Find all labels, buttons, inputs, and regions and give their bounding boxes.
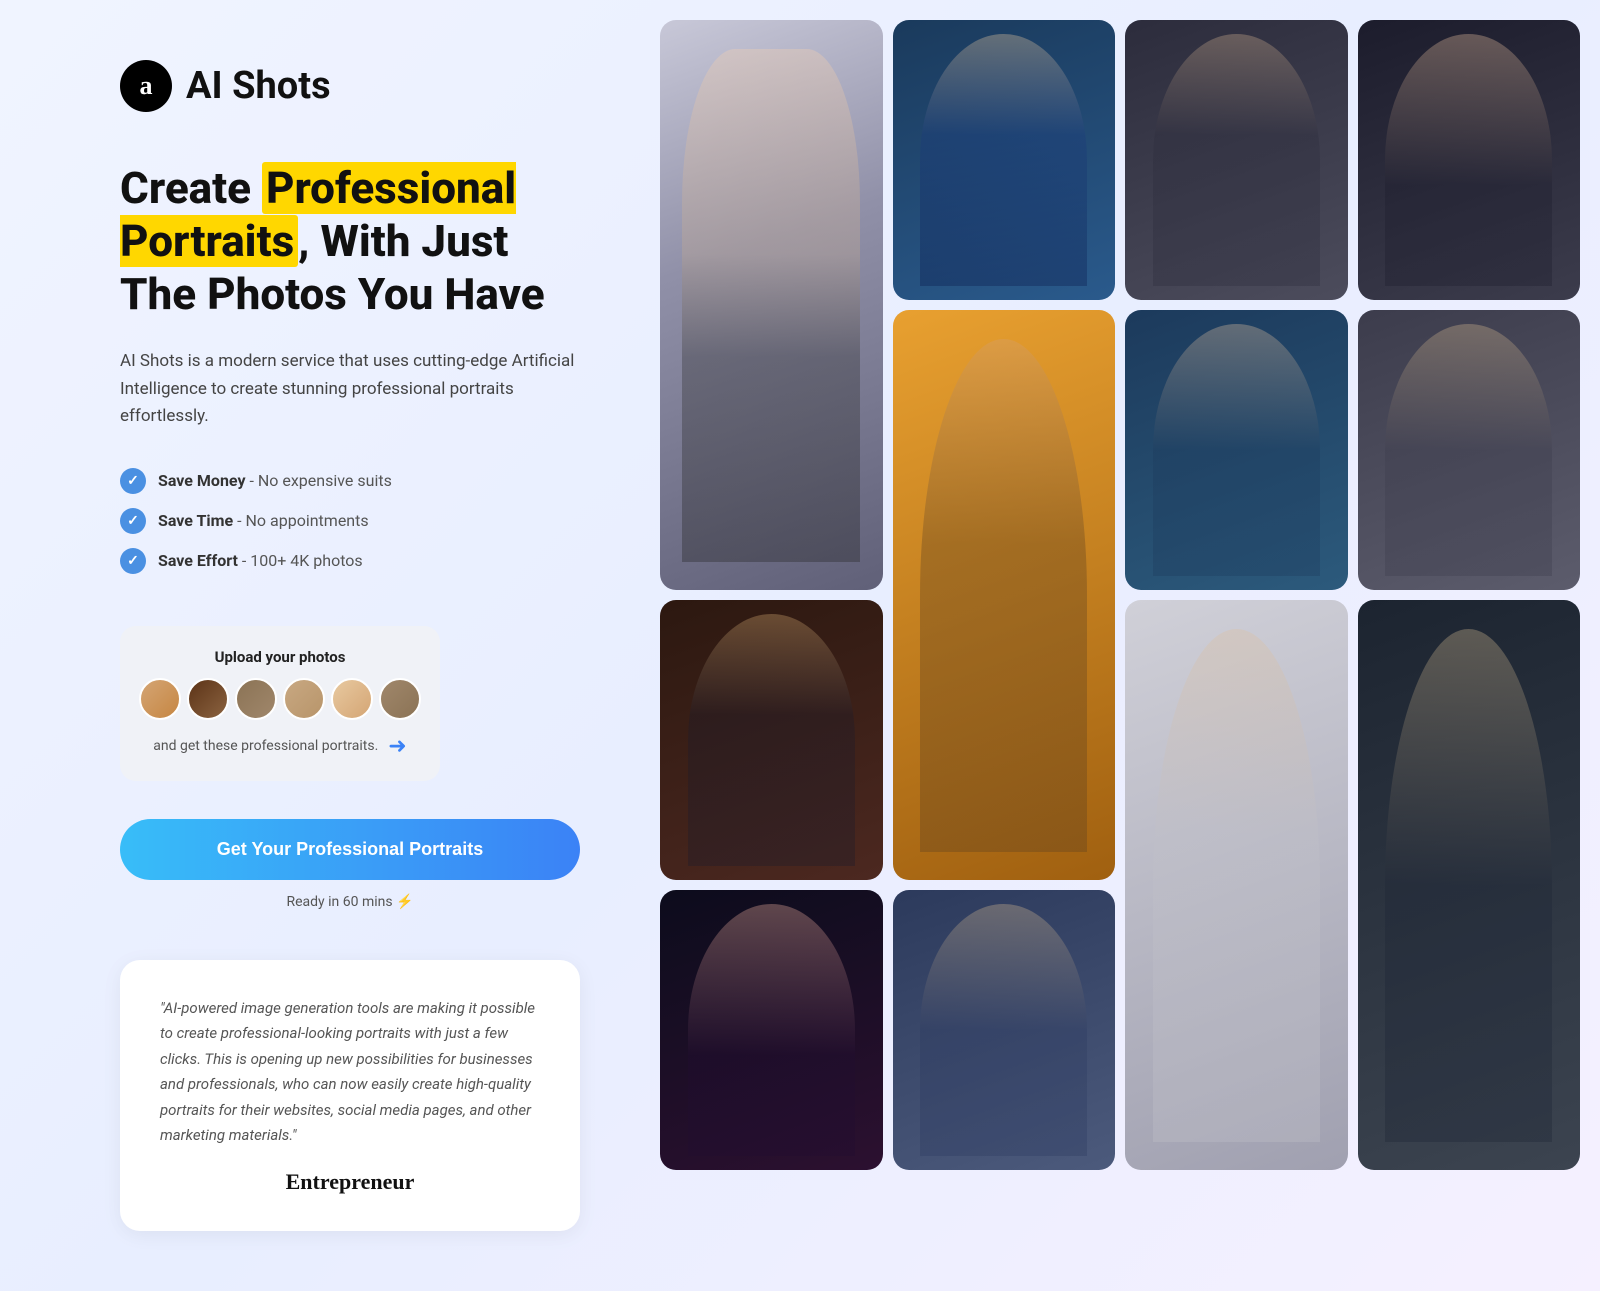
check-icon-3: [120, 548, 146, 574]
photo-card-1: [660, 20, 883, 590]
photo-card-10: [893, 890, 1116, 1170]
cta-button[interactable]: Get Your Professional Portraits: [120, 819, 580, 880]
upload-box: Upload your photos and get these profess…: [120, 626, 440, 781]
photo-card-8: [1125, 310, 1348, 590]
photo-card-4: [1358, 20, 1581, 300]
feature-label-3: Save Effort - 100+ 4K photos: [158, 551, 363, 570]
avatar-1: [139, 678, 181, 720]
arrow-row: and get these professional portraits. ➜: [148, 734, 412, 759]
logo-icon: a: [120, 60, 172, 112]
left-panel: a AI Shots Create Professional Portraits…: [0, 0, 650, 1291]
avatar-2: [187, 678, 229, 720]
ready-text: Ready in 60 mins ⚡: [120, 894, 580, 910]
testimonial-source: Entrepreneur: [160, 1169, 540, 1195]
photo-card-6: [893, 310, 1116, 880]
photo-card-5: [660, 600, 883, 880]
headline-prefix: Create: [120, 162, 262, 214]
headline: Create Professional Portraits, With Just…: [120, 162, 580, 320]
feature-item-3: Save Effort - 100+ 4K photos: [120, 548, 580, 574]
photo-card-9: [660, 890, 883, 1170]
logo-symbol: a: [140, 71, 153, 101]
avatar-6: [379, 678, 421, 720]
upload-title: Upload your photos: [148, 648, 412, 666]
arrow-icon: ➜: [388, 734, 406, 759]
upload-subtitle: and get these professional portraits.: [153, 738, 378, 754]
photo-card-3: [1125, 20, 1348, 300]
check-icon-2: [120, 508, 146, 534]
check-icon-1: [120, 468, 146, 494]
photo-grid: [650, 0, 1600, 1200]
subtitle: AI Shots is a modern service that uses c…: [120, 348, 580, 430]
photo-card-2: [893, 20, 1116, 300]
avatar-row: [148, 678, 412, 720]
feature-item-2: Save Time - No appointments: [120, 508, 580, 534]
feature-label-2: Save Time - No appointments: [158, 511, 369, 530]
feature-item-1: Save Money - No expensive suits: [120, 468, 580, 494]
logo-name: AI Shots: [186, 64, 331, 108]
testimonial-box: "AI-powered image generation tools are m…: [120, 960, 580, 1231]
photo-card-12: [1358, 600, 1581, 1170]
photo-card-7: [1358, 310, 1581, 590]
feature-label-1: Save Money - No expensive suits: [158, 471, 392, 490]
testimonial-quote: "AI-powered image generation tools are m…: [160, 996, 540, 1149]
features-list: Save Money - No expensive suits Save Tim…: [120, 468, 580, 588]
logo-row: a AI Shots: [120, 60, 580, 112]
avatar-5: [331, 678, 373, 720]
avatar-4: [283, 678, 325, 720]
photo-card-11: [1125, 600, 1348, 1170]
avatar-3: [235, 678, 277, 720]
